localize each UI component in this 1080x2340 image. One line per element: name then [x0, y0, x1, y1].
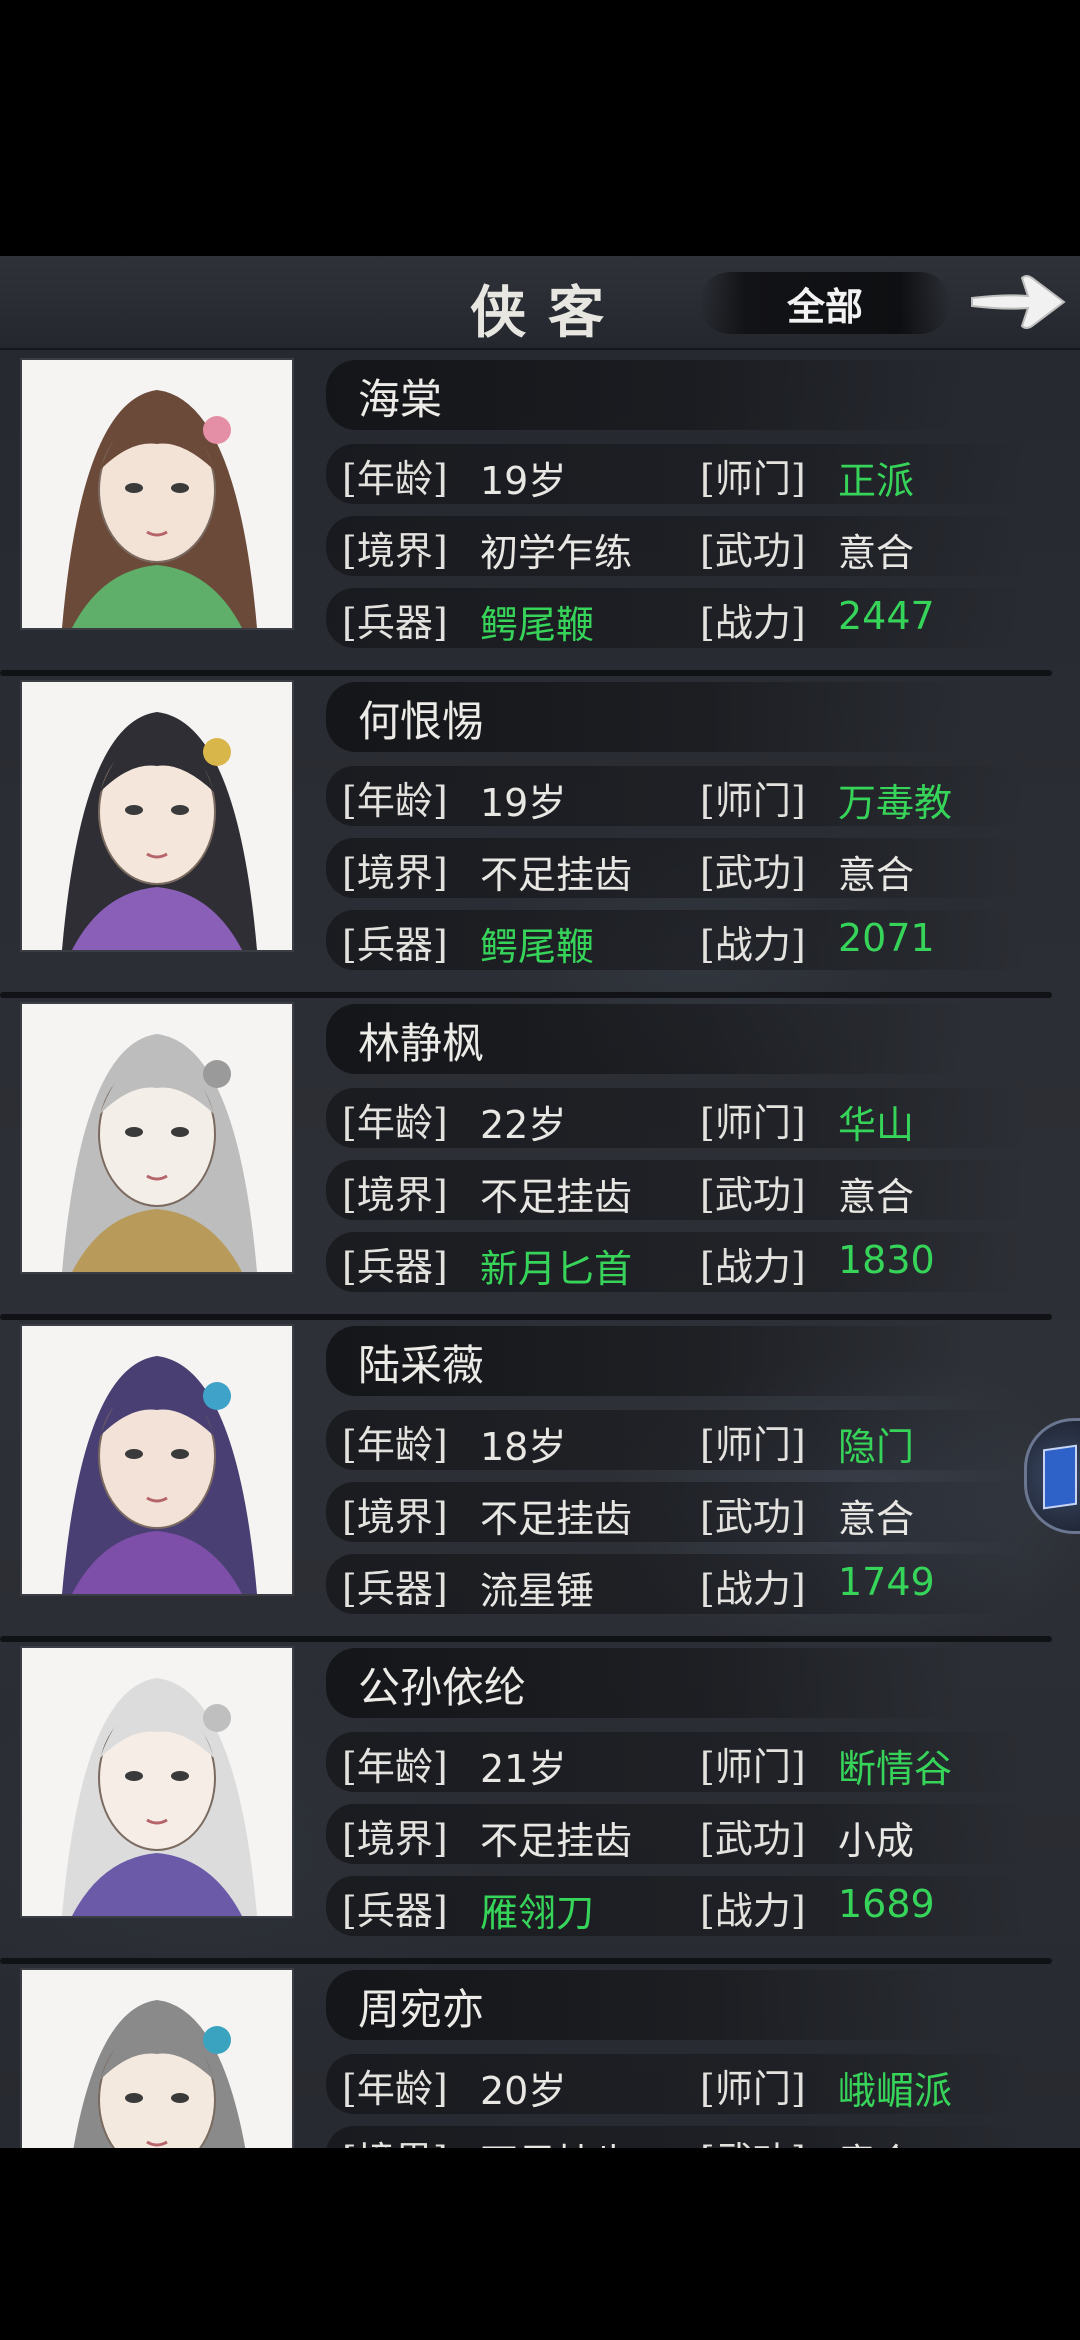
filter-button[interactable]: 全部: [700, 272, 950, 334]
realm-label: [境界]: [342, 851, 448, 895]
weapon-label: [兵器]: [342, 1567, 448, 1611]
age-label: [年龄]: [342, 1423, 448, 1467]
sect-value: 隐门: [838, 1425, 915, 1469]
realm-value: 初学乍练: [480, 531, 633, 575]
weapon-label: [兵器]: [342, 601, 448, 645]
age-label: [年龄]: [342, 457, 448, 501]
character-card[interactable]: 周宛亦 [年龄] 20岁 [师门] 峨嵋派 [境界] 不足挂齿 [武功] 意合 …: [0, 1964, 1080, 2148]
martial-value: 意合: [838, 531, 915, 575]
character-portrait: [22, 1326, 292, 1594]
power-value: 1830: [838, 1238, 935, 1282]
power-value: 1749: [838, 1560, 935, 1604]
age-value: 21岁: [480, 1747, 567, 1791]
power-label: [战力]: [700, 923, 806, 967]
character-card[interactable]: 陆采薇 [年龄] 18岁 [师门] 隐门 [境界] 不足挂齿 [武功] 意合 […: [0, 1320, 1080, 1642]
martial-value: 小成: [838, 1819, 915, 1863]
sect-label: [师门]: [700, 1745, 806, 1789]
top-bar: 侠客 全部: [0, 256, 1080, 350]
martial-label: [武功]: [700, 851, 806, 895]
character-name: 陆采薇: [358, 1341, 485, 1390]
character-portrait: [22, 1004, 292, 1272]
sect-label: [师门]: [700, 2067, 806, 2111]
realm-value: 不足挂齿: [480, 1175, 633, 1219]
realm-label: [境界]: [342, 1173, 448, 1217]
power-label: [战力]: [700, 1245, 806, 1289]
page-title: 侠客: [470, 280, 626, 346]
bottom-bar: [0, 2148, 1080, 2340]
character-name: 何恨惕: [358, 697, 485, 746]
character-card[interactable]: 公孙依纶 [年龄] 21岁 [师门] 断情谷 [境界] 不足挂齿 [武功] 小成…: [0, 1642, 1080, 1964]
character-portrait: [22, 360, 292, 628]
app-root: 侠客 全部 海棠 [年龄] 19岁 [师门] 正派 [境界] 初学乍练 [武功]…: [0, 0, 1080, 2340]
game-screen: 侠客 全部 海棠 [年龄] 19岁 [师门] 正派 [境界] 初学乍练 [武功]…: [0, 256, 1080, 2148]
power-value: 1689: [838, 1882, 935, 1926]
character-card[interactable]: 林静枫 [年龄] 22岁 [师门] 华山 [境界] 不足挂齿 [武功] 意合 […: [0, 998, 1080, 1320]
filter-label: 全部: [786, 283, 863, 329]
sect-value: 万毒教: [838, 781, 953, 825]
power-label: [战力]: [700, 1889, 806, 1933]
realm-value: 不足挂齿: [480, 2132, 632, 2148]
character-portrait: [22, 1970, 292, 2148]
realm-value: 不足挂齿: [480, 1497, 633, 1541]
martial-label: [武功]: [700, 529, 806, 573]
character-portrait: [22, 1648, 292, 1916]
power-label: [战力]: [700, 1567, 806, 1611]
realm-label: [境界]: [342, 529, 448, 573]
realm-label: [境界]: [342, 1817, 448, 1861]
martial-value: 意合: [838, 1497, 915, 1541]
age-label: [年龄]: [342, 1745, 448, 1789]
sect-value: 正派: [838, 459, 915, 503]
character-list[interactable]: 海棠 [年龄] 19岁 [师门] 正派 [境界] 初学乍练 [武功] 意合 [兵…: [0, 350, 1080, 2148]
character-name: 周宛亦: [358, 1985, 485, 2034]
character-name: 海棠: [358, 375, 443, 424]
martial-label: [武功]: [700, 2130, 806, 2148]
age-label: [年龄]: [342, 779, 448, 823]
character-name: 林静枫: [358, 1019, 485, 1068]
age-value: 18岁: [480, 1425, 567, 1469]
sect-label: [师门]: [700, 1101, 806, 1145]
character-card[interactable]: 海棠 [年龄] 19岁 [师门] 正派 [境界] 初学乍练 [武功] 意合 [兵…: [0, 354, 1080, 676]
weapon-label: [兵器]: [342, 1245, 448, 1289]
weapon-value: 鳄尾鞭: [480, 603, 595, 647]
arrow-right-icon[interactable]: [966, 266, 1070, 338]
sect-value: 华山: [838, 1103, 915, 1147]
martial-label: [武功]: [700, 1817, 806, 1861]
power-label: [战力]: [700, 601, 806, 645]
age-label: [年龄]: [342, 1101, 448, 1145]
sect-value: 断情谷: [838, 1747, 953, 1791]
weapon-value: 流星锤: [480, 1569, 595, 1613]
weapon-label: [兵器]: [342, 1889, 448, 1933]
character-card[interactable]: 何恨惕 [年龄] 19岁 [师门] 万毒教 [境界] 不足挂齿 [武功] 意合 …: [0, 676, 1080, 998]
sect-label: [师门]: [700, 457, 806, 501]
power-value: 2447: [838, 594, 935, 638]
character-name: 公孙依纶: [358, 1663, 527, 1712]
realm-label: [境界]: [342, 2130, 448, 2148]
weapon-value: 新月匕首: [480, 1247, 633, 1291]
martial-label: [武功]: [700, 1173, 806, 1217]
realm-value: 不足挂齿: [480, 853, 633, 897]
martial-value: 意合: [838, 1175, 915, 1219]
age-value: 19岁: [480, 781, 567, 825]
sect-value: 峨嵋派: [838, 2069, 953, 2113]
character-portrait: [22, 682, 292, 950]
weapon-value: 雁翎刀: [480, 1891, 595, 1935]
realm-value: 不足挂齿: [480, 1819, 633, 1863]
age-value: 20岁: [480, 2069, 567, 2113]
weapon-label: [兵器]: [342, 923, 448, 967]
martial-value: 意合: [838, 853, 915, 897]
age-value: 19岁: [480, 459, 567, 503]
power-value: 2071: [838, 916, 935, 960]
martial-label: [武功]: [700, 1495, 806, 1539]
age-value: 22岁: [480, 1103, 567, 1147]
sect-label: [师门]: [700, 1423, 806, 1467]
age-label: [年龄]: [342, 2067, 448, 2111]
realm-label: [境界]: [342, 1495, 448, 1539]
sect-label: [师门]: [700, 779, 806, 823]
weapon-value: 鳄尾鞭: [480, 925, 595, 969]
martial-value: 意合: [838, 2132, 914, 2148]
